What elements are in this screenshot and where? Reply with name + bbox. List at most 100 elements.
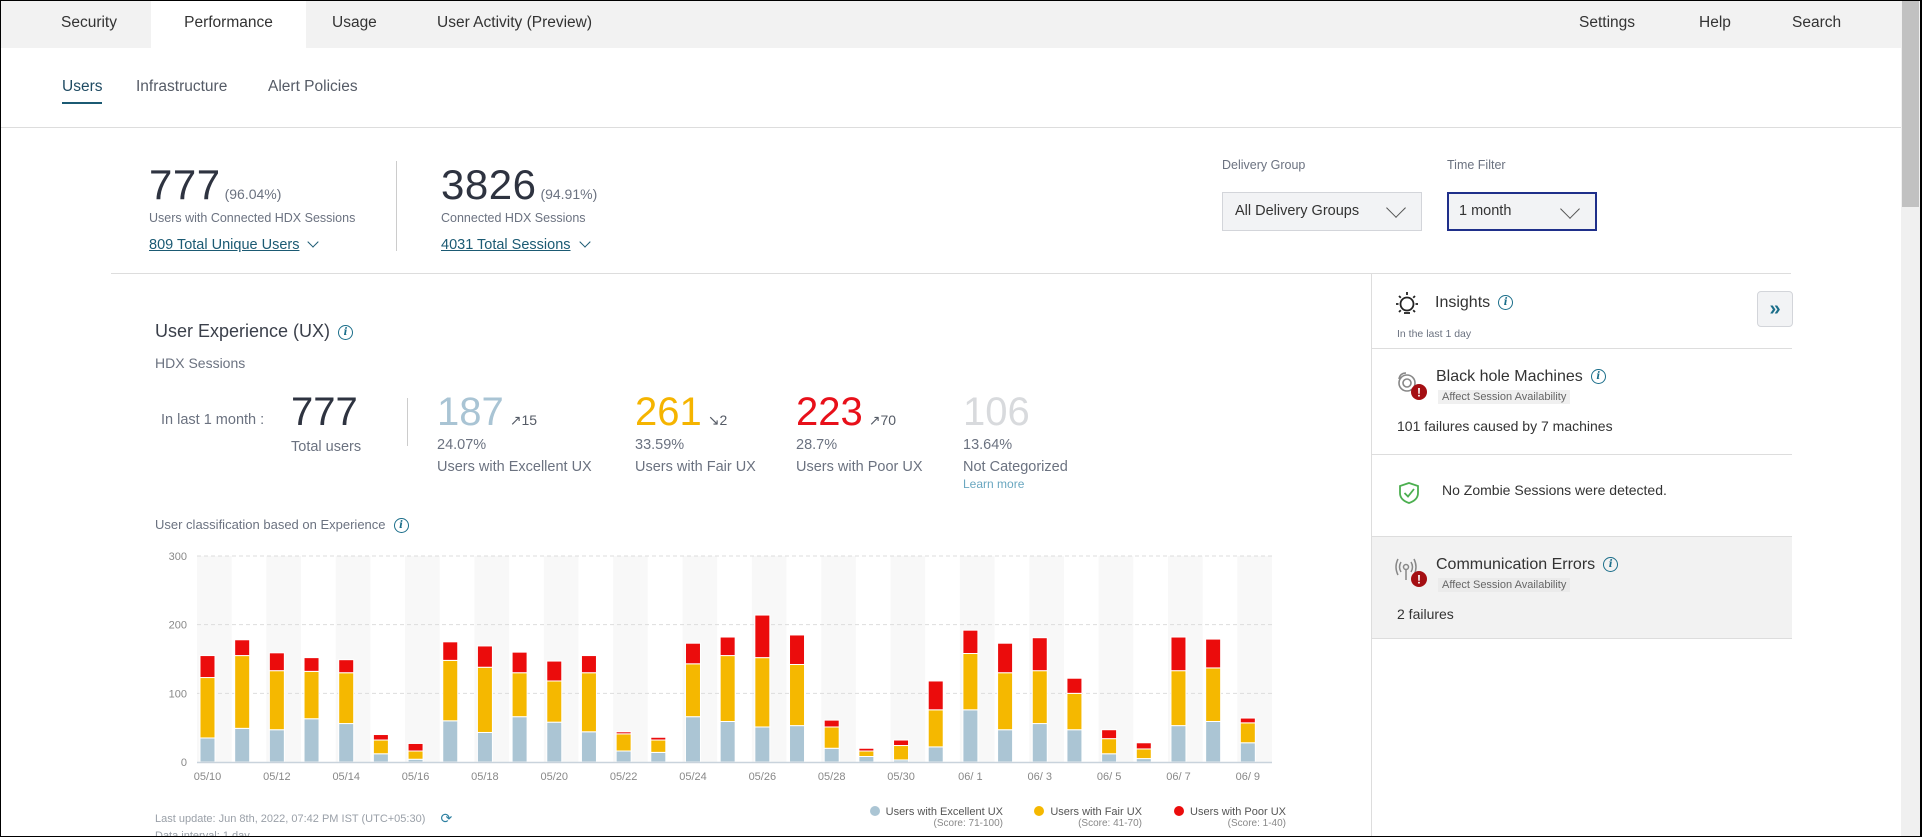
x-tick-label: 06/ 9 <box>1236 771 1260 783</box>
insight-zombie-sessions: No Zombie Sessions were detected. <box>1372 455 1792 537</box>
bar-segment-excellent <box>338 723 355 763</box>
bar-segment-excellent <box>754 726 771 763</box>
bar-segment-poor <box>893 739 910 747</box>
poor-trend: ↗70 <box>868 412 897 428</box>
bar-segment-excellent <box>1239 742 1256 763</box>
time-filter-select[interactable]: 1 month <box>1447 192 1597 231</box>
bar-segment-poor <box>615 731 632 735</box>
subtab-alert-policies[interactable]: Alert Policies <box>268 78 358 102</box>
affect-availability-tag: Affect Session Availability <box>1438 578 1571 592</box>
sessions-label: Connected HDX Sessions <box>441 211 586 225</box>
black-hole-icon: ! <box>1398 372 1427 400</box>
bar-segment-excellent <box>442 720 459 763</box>
subtab-users[interactable]: Users <box>62 78 103 104</box>
x-tick-label: 05/28 <box>818 771 846 783</box>
divider <box>407 398 408 446</box>
legend-dot-icon <box>869 806 880 816</box>
top-nav: Security Performance Usage User Activity… <box>1 1 1901 48</box>
delivery-group-select[interactable]: All Delivery Groups <box>1222 192 1422 231</box>
bar-segment-poor <box>199 655 216 679</box>
bar-segment-poor <box>268 652 285 672</box>
bar-segment-poor <box>476 645 493 668</box>
svg-text:!: ! <box>1417 573 1421 587</box>
info-icon[interactable]: i <box>393 518 409 534</box>
y-tick-label: 0 <box>181 757 187 769</box>
bar-segment-fair <box>268 670 285 731</box>
delivery-group-label: Delivery Group <box>1222 158 1306 172</box>
ux-title-text: User Experience (UX) <box>155 321 331 341</box>
sessions-metric: 3826 (94.91%) Connected HDX Sessions 4031… <box>441 161 597 254</box>
bar-segment-excellent <box>546 721 563 763</box>
bar-segment-poor <box>719 636 736 657</box>
info-icon[interactable]: i <box>1498 295 1514 311</box>
legend-poor[interactable]: Users with Poor UX (Score: 1-40) <box>1171 806 1286 829</box>
bar-segment-fair <box>442 659 459 722</box>
settings-link[interactable]: Settings <box>1579 1 1635 48</box>
bar-segment-poor <box>684 642 701 665</box>
last-update-value: Last update: Jun 8th, 2022, 07:42 PM IST… <box>155 813 426 825</box>
bar-segment-excellent <box>650 751 667 763</box>
chart-band <box>613 556 648 762</box>
users-metric: 777 (96.04%) Users with Connected HDX Ses… <box>149 161 355 254</box>
app-window: Security Performance Usage User Activity… <box>0 0 1922 837</box>
bar-segment-poor <box>407 742 424 752</box>
refresh-icon[interactable]: ⟳ <box>440 810 452 827</box>
bar-segment-fair <box>234 655 251 729</box>
bar-segment-poor <box>789 634 806 665</box>
subtab-infrastructure[interactable]: Infrastructure <box>136 78 227 102</box>
x-tick-label: 05/30 <box>887 771 915 783</box>
bar-segment-excellent <box>234 727 251 763</box>
tab-usage[interactable]: Usage <box>302 1 407 48</box>
bar-segment-excellent <box>1101 753 1118 763</box>
data-interval-text: Data interval: 1 day <box>155 830 250 837</box>
ux-total-label: Total users <box>291 439 362 455</box>
help-link[interactable]: Help <box>1699 1 1731 48</box>
legend-score: (Score: 71-100) <box>933 818 1003 829</box>
legend-label: Users with Fair UX <box>1050 806 1142 818</box>
expand-panel-button[interactable]: » <box>1757 291 1793 327</box>
scrollbar-thumb[interactable] <box>1902 1 1919 207</box>
bar-segment-fair <box>580 672 597 733</box>
bar-segment-excellent <box>789 725 806 763</box>
legend-excellent[interactable]: Users with Excellent UX (Score: 71-100) <box>865 806 1003 829</box>
info-icon[interactable]: i <box>1603 557 1619 573</box>
users-percent: (96.04%) <box>224 186 282 202</box>
bar-segment-excellent <box>1205 720 1222 763</box>
total-unique-users-link[interactable]: 809 Total Unique Users <box>149 236 320 253</box>
bar-segment-excellent <box>580 731 597 763</box>
x-tick-label: 06/ 1 <box>958 771 982 783</box>
chevron-down-icon <box>1386 198 1406 218</box>
info-icon[interactable]: i <box>338 324 354 340</box>
tab-performance[interactable]: Performance <box>151 1 306 48</box>
legend-fair[interactable]: Users with Fair UX (Score: 41-70) <box>1032 806 1142 829</box>
insight-communication-errors[interactable]: ! Communication Errors i Affect Session A… <box>1372 537 1792 639</box>
chart-band <box>890 556 926 762</box>
delivery-group-value: All Delivery Groups <box>1235 203 1360 219</box>
bar-segment-fair <box>719 655 736 722</box>
fair-trend: ↘2 <box>707 412 728 428</box>
bar-segment-fair <box>615 733 632 752</box>
y-tick-label: 100 <box>169 688 187 700</box>
poor-label: Users with Poor UX <box>796 459 923 475</box>
bar-segment-fair <box>927 709 944 748</box>
total-sessions-link[interactable]: 4031 Total Sessions <box>441 236 591 253</box>
divider <box>396 161 397 251</box>
tab-user-activity[interactable]: User Activity (Preview) <box>407 1 622 48</box>
bar-segment-fair <box>1101 738 1118 755</box>
users-label: Users with Connected HDX Sessions <box>149 211 356 225</box>
bar-segment-fair <box>511 672 528 718</box>
learn-more-link[interactable]: Learn more <box>963 477 1068 491</box>
bar-segment-poor <box>303 657 320 672</box>
tab-security[interactable]: Security <box>31 1 147 48</box>
info-icon[interactable]: i <box>1590 369 1606 385</box>
bar-segment-poor <box>962 629 979 655</box>
bar-segment-fair <box>476 666 493 733</box>
bar-segment-excellent <box>1066 729 1083 763</box>
ux-stat-uncategorized: 106 13.64% Not Categorized Learn more <box>963 391 1068 491</box>
bar-segment-excellent <box>719 720 736 763</box>
chart-title: User classification based on Experience i <box>155 517 409 534</box>
legend-dot-icon <box>1174 806 1185 816</box>
search-link[interactable]: Search <box>1792 1 1841 48</box>
vertical-scrollbar[interactable] <box>1901 1 1920 836</box>
insight-black-hole-machines[interactable]: ! Black hole Machines i Affect Session Av… <box>1372 349 1792 455</box>
